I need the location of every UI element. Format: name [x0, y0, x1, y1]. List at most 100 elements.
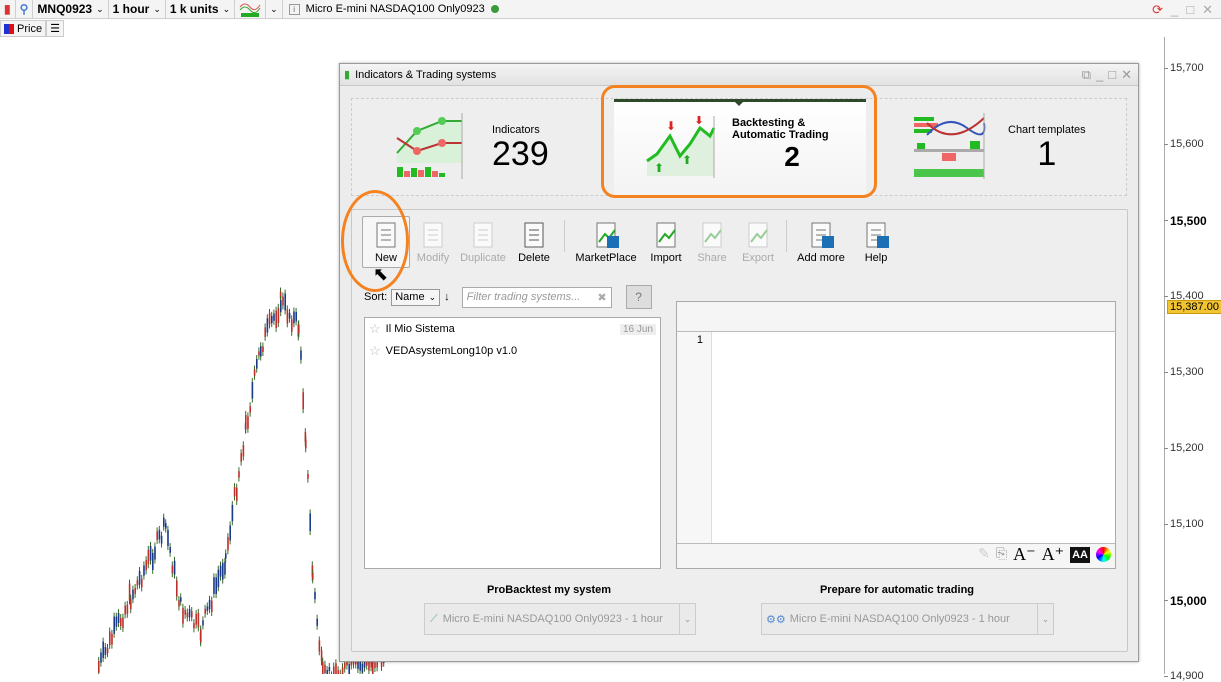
candle — [129, 584, 131, 601]
close-icon[interactable]: ✕ — [1202, 2, 1213, 18]
close-icon[interactable]: ✕ — [1121, 67, 1132, 83]
minimize-icon[interactable]: _ — [1096, 67, 1103, 83]
delete-button[interactable]: Delete — [510, 220, 558, 264]
maximize-icon[interactable]: □ — [1108, 67, 1116, 83]
price-legend[interactable]: Price — [0, 20, 46, 37]
category-backtesting[interactable]: ⬇⬇⬆⬆ Backtesting & Automatic Trading2 — [614, 99, 866, 197]
candle — [300, 350, 302, 359]
code-editor: 1 ✎ ⎘ A⁻ A⁺ AA — [676, 301, 1116, 569]
marketplace-icon — [591, 220, 621, 250]
auto-trading-label: Prepare for automatic trading — [762, 584, 1032, 596]
indicators-chart-icon — [392, 113, 472, 183]
candle — [229, 525, 231, 540]
clear-filter-icon[interactable]: ✖ — [597, 291, 606, 304]
sort-value: Name — [395, 291, 424, 303]
list-button[interactable]: ☰ — [46, 20, 64, 37]
maximize-icon[interactable]: □ — [1186, 2, 1194, 17]
candle — [200, 629, 202, 642]
filter-input[interactable]: Filter trading systems...✖ — [462, 287, 612, 308]
candle — [163, 518, 165, 527]
candle — [316, 619, 318, 626]
backtest-dropdown[interactable]: ⟋Micro E-mini NASDAQ100 Only0923 - 1 hou… — [424, 603, 696, 635]
candle — [111, 634, 113, 645]
candle — [278, 308, 280, 323]
list-icon: ☰ — [50, 22, 60, 35]
minimize-icon[interactable]: _ — [1171, 2, 1178, 17]
gears-icon: ⚙⚙ — [766, 613, 786, 626]
more-dropdown[interactable]: ⌄ — [266, 0, 283, 19]
copy-icon[interactable]: ⎘ — [996, 547, 1007, 563]
candle — [145, 560, 147, 570]
edit-icon[interactable]: ✎ — [978, 546, 990, 563]
dialog-titlebar[interactable]: ▮ Indicators & Trading systems ⧉_□✕ — [340, 64, 1138, 86]
candle — [132, 590, 134, 600]
info-icon[interactable]: i — [289, 4, 300, 15]
help-doc-button[interactable]: ? — [626, 285, 652, 309]
duplicate-button[interactable]: Duplicate — [459, 220, 507, 264]
candle — [284, 294, 286, 311]
candle — [120, 618, 122, 626]
star-icon[interactable]: ☆ — [369, 343, 381, 359]
add-more-button[interactable]: Add more — [797, 220, 845, 264]
candle — [376, 662, 378, 667]
code-area[interactable]: 1 — [677, 332, 1115, 544]
candle — [139, 571, 141, 585]
candle — [258, 351, 260, 355]
contrast-icon[interactable]: AA — [1070, 547, 1090, 563]
new-button[interactable]: New — [362, 216, 410, 268]
indicators-dialog: ▮ Indicators & Trading systems ⧉_□✕ Indi… — [339, 63, 1139, 662]
sort-select[interactable]: Name⌄ — [391, 289, 440, 306]
list-item[interactable]: ☆VEDAsystemLong10p v1.0 — [365, 340, 660, 362]
category-chart-templates[interactable]: Chart templates1 — [912, 99, 1086, 197]
import-button[interactable]: Import — [642, 220, 690, 264]
candle — [107, 648, 109, 653]
sort-direction-icon[interactable]: ↓ — [444, 291, 450, 303]
candle — [243, 445, 245, 456]
indicators-button[interactable] — [235, 0, 266, 19]
editor-header — [677, 302, 1115, 332]
candle — [295, 312, 297, 321]
candle — [193, 623, 195, 628]
candle — [195, 614, 197, 625]
chart-type-button[interactable]: ▮ — [0, 0, 16, 19]
link-icon: ⚲ — [20, 2, 29, 16]
font-decrease-icon[interactable]: A⁻ — [1013, 544, 1036, 565]
export-button[interactable]: Export — [734, 220, 782, 264]
detach-icon[interactable]: ⧉ — [1082, 67, 1091, 83]
font-increase-icon[interactable]: A⁺ — [1042, 544, 1065, 565]
candle — [307, 474, 309, 479]
timeframe-selector[interactable]: 1 hour⌄ — [109, 0, 166, 19]
systems-list[interactable]: ☆Il Mio Sistema16 Jun ☆VEDAsystemLong10p… — [364, 317, 661, 569]
candle — [254, 369, 256, 375]
marketplace-button[interactable]: MarketPlace — [574, 220, 638, 264]
units: 1 k units — [170, 2, 219, 16]
candle — [273, 314, 275, 321]
candle — [98, 661, 100, 673]
candle — [362, 664, 364, 673]
candle — [207, 606, 209, 610]
list-item[interactable]: ☆Il Mio Sistema16 Jun — [365, 318, 660, 340]
price-axis[interactable] — [1164, 37, 1165, 674]
sort-label: Sort: — [364, 291, 387, 303]
candle — [372, 660, 374, 674]
star-icon[interactable]: ☆ — [369, 321, 381, 337]
candle — [324, 665, 326, 673]
add-more-icon — [806, 220, 836, 250]
candle — [225, 553, 227, 558]
link-button[interactable]: ⚲ — [16, 0, 34, 19]
share-button[interactable]: Share — [688, 220, 736, 264]
refresh-icon[interactable]: ⟳ — [1152, 2, 1163, 18]
candle — [348, 664, 350, 674]
auto-trading-dropdown[interactable]: ⚙⚙Micro E-mini NASDAQ100 Only0923 - 1 ho… — [761, 603, 1054, 635]
candle — [109, 631, 111, 644]
candle — [252, 382, 254, 399]
category-indicators[interactable]: Indicators239 — [392, 99, 549, 197]
color-wheel-icon[interactable] — [1096, 547, 1111, 562]
symbol-selector[interactable]: MNQ0923⌄ — [33, 0, 108, 19]
help-button[interactable]: Help — [852, 220, 900, 264]
units-selector[interactable]: 1 k units⌄ — [166, 0, 235, 19]
candle — [298, 324, 300, 333]
candle — [232, 505, 234, 521]
chart-legend-bar: Price ☰ — [0, 20, 64, 37]
modify-button[interactable]: Modify — [409, 220, 457, 264]
